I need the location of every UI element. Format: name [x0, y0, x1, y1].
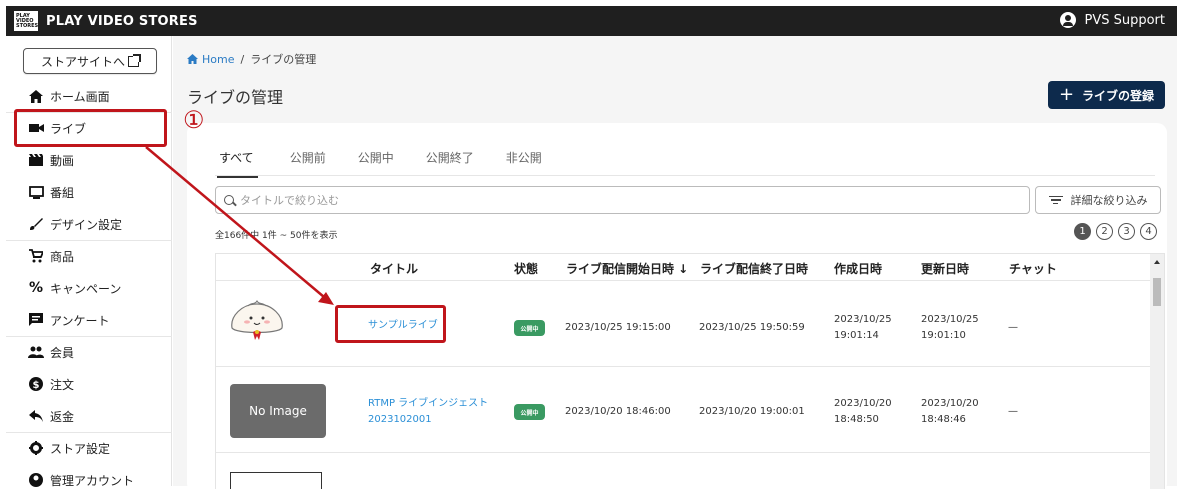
highlight-sample-live	[335, 305, 446, 343]
annotation-arrow	[145, 146, 334, 305]
